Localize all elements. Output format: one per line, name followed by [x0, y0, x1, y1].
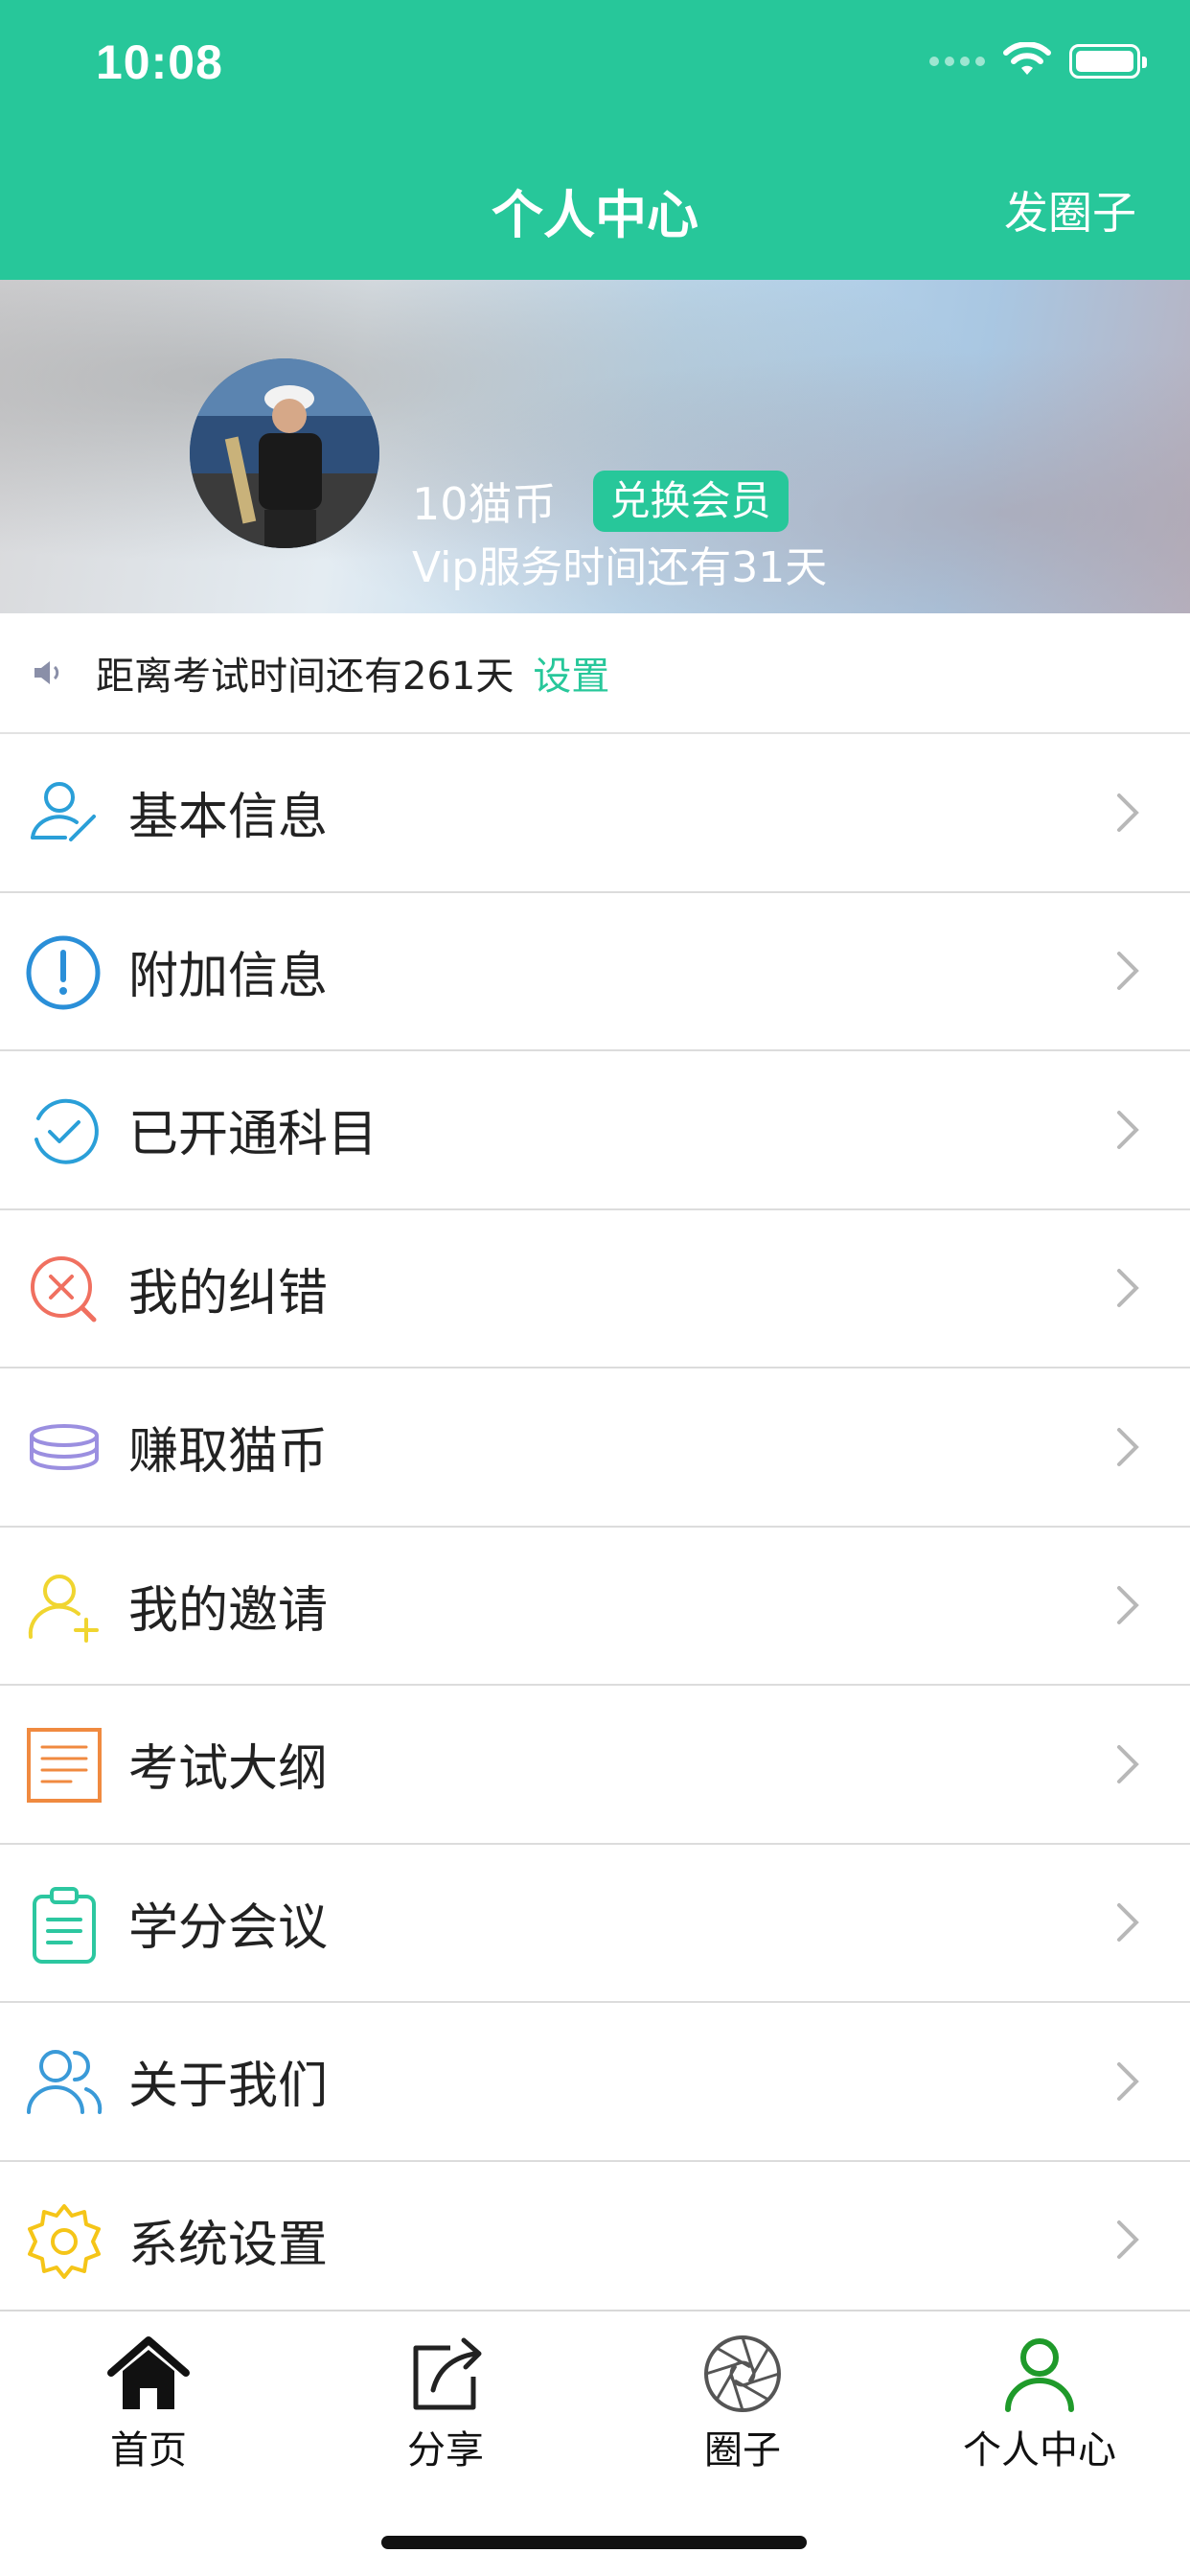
chevron-right-icon: [1117, 1903, 1139, 1943]
clipboard-icon: [33, 1886, 96, 1964]
chevron-right-icon: [1117, 1586, 1139, 1625]
menu-item-label: 考试大纲: [128, 1740, 329, 1799]
home-icon: [107, 2336, 190, 2409]
document-icon: [27, 1728, 102, 1803]
menu-item-credit-meetings[interactable]: 学分会议: [0, 1845, 1190, 2003]
chevron-right-icon: [1117, 952, 1139, 991]
menu-item-additional-info[interactable]: 附加信息: [0, 893, 1190, 1051]
user-icon: [1005, 2338, 1074, 2412]
user-edit-icon: [31, 782, 96, 841]
menu-item-label: 已开通科目: [128, 1106, 378, 1164]
tab-circle[interactable]: 圈子: [594, 2331, 891, 2474]
check-circle-icon: [34, 1098, 99, 1164]
tab-home[interactable]: 首页: [0, 2331, 297, 2474]
menu-item-my-corrections[interactable]: 我的纠错: [0, 1210, 1190, 1368]
exam-date-settings-link[interactable]: 设置: [533, 645, 609, 701]
tab-label: 个人中心: [963, 2428, 1116, 2472]
tab-label: 分享: [407, 2428, 484, 2472]
post-circle-button[interactable]: 发圈子: [1004, 178, 1136, 242]
exam-countdown-text: 距离考试时间还有261天: [96, 655, 515, 699]
menu-item-label: 基本信息: [128, 789, 329, 847]
exchange-membership-button[interactable]: 兑换会员: [592, 471, 789, 532]
chevron-right-icon: [1117, 1269, 1139, 1308]
tab-share[interactable]: 分享: [297, 2331, 594, 2474]
menu-item-system-settings[interactable]: 系统设置: [0, 2162, 1190, 2320]
menu-list: 基本信息 附加信息 已开通科目 我的纠错 赚取猫币 我的邀请 考试大纲 学分会议…: [0, 734, 1190, 2320]
home-indicator: [381, 2536, 807, 2549]
top-bar: 10:08 个人中心 发圈子: [0, 0, 1190, 280]
chevron-right-icon: [1117, 1427, 1139, 1466]
users-icon: [27, 2050, 103, 2114]
avatar[interactable]: [190, 358, 379, 548]
menu-item-exam-syllabus[interactable]: 考试大纲: [0, 1686, 1190, 1845]
exclamation-circle-icon: [26, 935, 101, 1009]
status-time: 10:08: [96, 35, 223, 89]
menu-item-opened-subjects[interactable]: 已开通科目: [0, 1051, 1190, 1210]
menu-item-label: 附加信息: [128, 947, 329, 1005]
chevron-right-icon: [1117, 1110, 1139, 1149]
menu-item-label: 系统设置: [128, 2216, 329, 2274]
coin-stack-icon: [30, 1424, 99, 1470]
coins-row: 10猫币 兑换会员: [412, 470, 789, 533]
menu-item-label: 学分会议: [128, 1898, 329, 1957]
speaker-icon: [34, 661, 59, 684]
chevron-right-icon: [1117, 1744, 1139, 1783]
aperture-icon: [704, 2335, 781, 2412]
status-indicators: [929, 42, 1147, 80]
menu-item-about-us[interactable]: 关于我们: [0, 2003, 1190, 2162]
menu-item-label: 我的纠错: [128, 1264, 329, 1322]
menu-item-earn-coins[interactable]: 赚取猫币: [0, 1368, 1190, 1528]
gear-icon: [28, 2203, 101, 2279]
coin-balance: 10猫币: [412, 478, 557, 530]
signal-icon: [929, 57, 985, 66]
user-add-icon: [28, 1574, 99, 1643]
battery-icon: [1069, 44, 1147, 79]
screen: 10:08 个人中心 发圈子 10猫币 兑换会员 Vip服务时间还有31天 距离…: [0, 0, 1190, 2576]
exam-countdown-notice: 距离考试时间还有261天 设置: [0, 613, 1190, 734]
vip-remaining-text: Vip服务时间还有31天: [412, 543, 828, 592]
menu-item-basic-info[interactable]: 基本信息: [0, 734, 1190, 893]
share-icon: [413, 2337, 482, 2410]
chevron-right-icon: [1117, 793, 1139, 832]
error-search-icon: [31, 1255, 97, 1322]
tab-label: 首页: [110, 2428, 187, 2472]
menu-item-label: 我的邀请: [128, 1581, 329, 1640]
tab-profile[interactable]: 个人中心: [891, 2331, 1188, 2474]
chevron-right-icon: [1117, 2061, 1139, 2101]
menu-item-my-invitations[interactable]: 我的邀请: [0, 1528, 1190, 1686]
chevron-right-icon: [1117, 2220, 1139, 2260]
wifi-icon: [1003, 42, 1051, 75]
menu-item-label: 赚取猫币: [128, 1423, 329, 1482]
tab-label: 圈子: [704, 2428, 781, 2472]
menu-item-label: 关于我们: [128, 2058, 329, 2116]
profile-banner: 10猫币 兑换会员 Vip服务时间还有31天: [0, 280, 1190, 613]
